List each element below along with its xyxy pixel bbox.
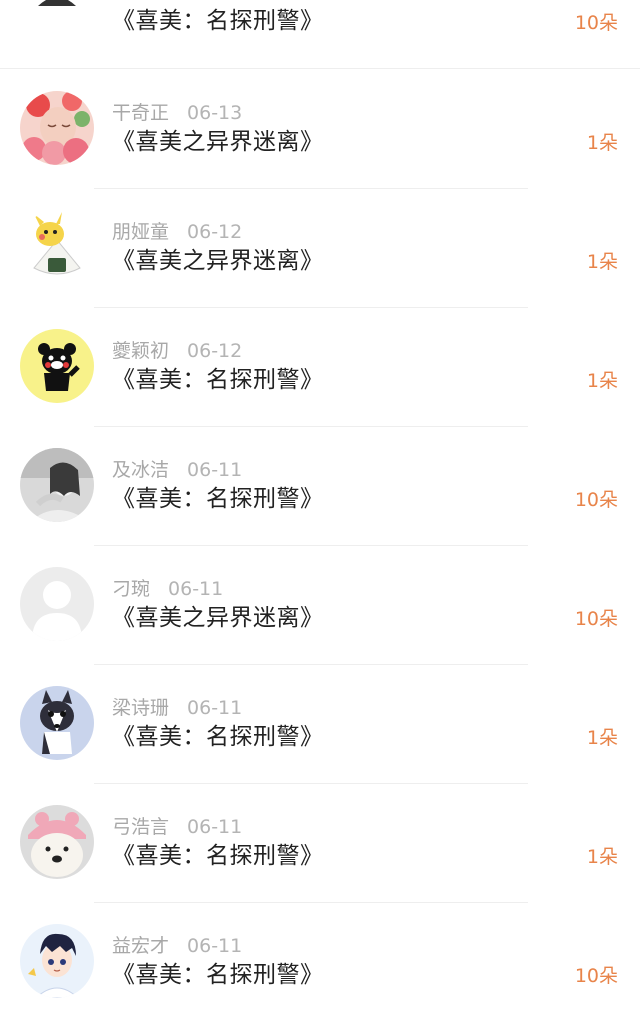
anime-boy-icon [20, 924, 94, 998]
gift-count: 10朵 [574, 12, 618, 34]
book-title: 《喜美：名探刑警》 [112, 843, 324, 869]
reader-name: 及冰洁 [112, 459, 170, 481]
book-title: 《喜美之异界迷离》 [112, 129, 324, 155]
reader-name: 弓浩言 [112, 816, 170, 838]
book-title: 《喜美：名探刑警》 [112, 962, 324, 988]
gift-count: 1朵 [586, 132, 618, 154]
book-title: 《喜美之异界迷离》 [112, 605, 324, 631]
list-item[interactable]: 朋娅童 06-12 《喜美之异界迷离》 1朵 [0, 188, 640, 307]
book-title: 《喜美：名探刑警》 [112, 724, 324, 750]
flower-girl-icon [20, 91, 94, 165]
bw-girl-icon [20, 448, 94, 522]
book-title: 《喜美：名探刑警》 [112, 367, 324, 393]
reader-name: 夔颖初 [112, 340, 170, 362]
reader-name: 梁诗珊 [112, 697, 170, 719]
husky-dog-icon [20, 686, 94, 760]
gift-date: 06-12 [187, 221, 243, 243]
cartoon-man-icon [20, 0, 94, 18]
reader-meta: 干奇正 06-13 [112, 101, 242, 125]
reader-meta: 刁琬 06-11 [112, 577, 223, 601]
reader-meta: 夔颖初 06-12 [112, 339, 242, 363]
reader-meta: 益宏才 06-11 [112, 934, 242, 958]
list-item[interactable]: 及冰洁 06-11 《喜美：名探刑警》 10朵 [0, 426, 640, 545]
gift-date: 06-11 [187, 935, 243, 957]
reader-name: 刁琬 [112, 578, 151, 600]
list-item[interactable]: 梁诗珊 06-11 《喜美：名探刑警》 1朵 [0, 664, 640, 783]
book-title: 《喜美：名探刑警》 [112, 8, 324, 34]
list-item[interactable]: 弓浩言 06-11 《喜美：名探刑警》 1朵 [0, 783, 640, 902]
default-user-icon [20, 567, 94, 641]
reader-meta: 朋娅童 06-12 [112, 220, 242, 244]
gift-count: 1朵 [586, 370, 618, 392]
book-title: 《喜美之异界迷离》 [112, 248, 324, 274]
gift-count: 10朵 [574, 965, 618, 987]
list-item[interactable]: 夔颖初 06-12 《喜美：名探刑警》 1朵 [0, 307, 640, 426]
reader-meta: 弓浩言 06-11 [112, 815, 242, 839]
reader-name: 干奇正 [112, 102, 170, 124]
gift-record-list: 《喜美：名探刑警》 10朵 干奇正 06-13 《喜美之异界迷离》 1朵 朋娅童… [0, 0, 640, 1024]
gift-date: 06-12 [187, 340, 243, 362]
kumamon-bear-icon [20, 329, 94, 403]
gift-count: 10朵 [574, 608, 618, 630]
gift-count: 1朵 [586, 727, 618, 749]
list-item[interactable]: 《喜美：名探刑警》 10朵 [0, 0, 640, 67]
reader-meta: 及冰洁 06-11 [112, 458, 242, 482]
gift-date: 06-13 [187, 102, 243, 124]
gift-count: 1朵 [586, 251, 618, 273]
gift-count: 10朵 [574, 489, 618, 511]
reader-name: 益宏才 [112, 935, 170, 957]
reader-meta: 梁诗珊 06-11 [112, 696, 242, 720]
gift-date: 06-11 [168, 578, 224, 600]
list-item[interactable]: 干奇正 06-13 《喜美之异界迷离》 1朵 [0, 69, 640, 188]
list-item[interactable]: 益宏才 06-11 《喜美：名探刑警》 10朵 [0, 902, 640, 1021]
gift-date: 06-11 [187, 816, 243, 838]
gift-date: 06-11 [187, 459, 243, 481]
dog-pink-towel-icon [20, 805, 94, 879]
list-item[interactable]: 刁琬 06-11 《喜美之异界迷离》 10朵 [0, 545, 640, 664]
gift-date: 06-11 [187, 697, 243, 719]
pikachu-riceball-icon [20, 210, 94, 284]
reader-name: 朋娅童 [112, 221, 170, 243]
book-title: 《喜美：名探刑警》 [112, 486, 324, 512]
gift-count: 1朵 [586, 846, 618, 868]
